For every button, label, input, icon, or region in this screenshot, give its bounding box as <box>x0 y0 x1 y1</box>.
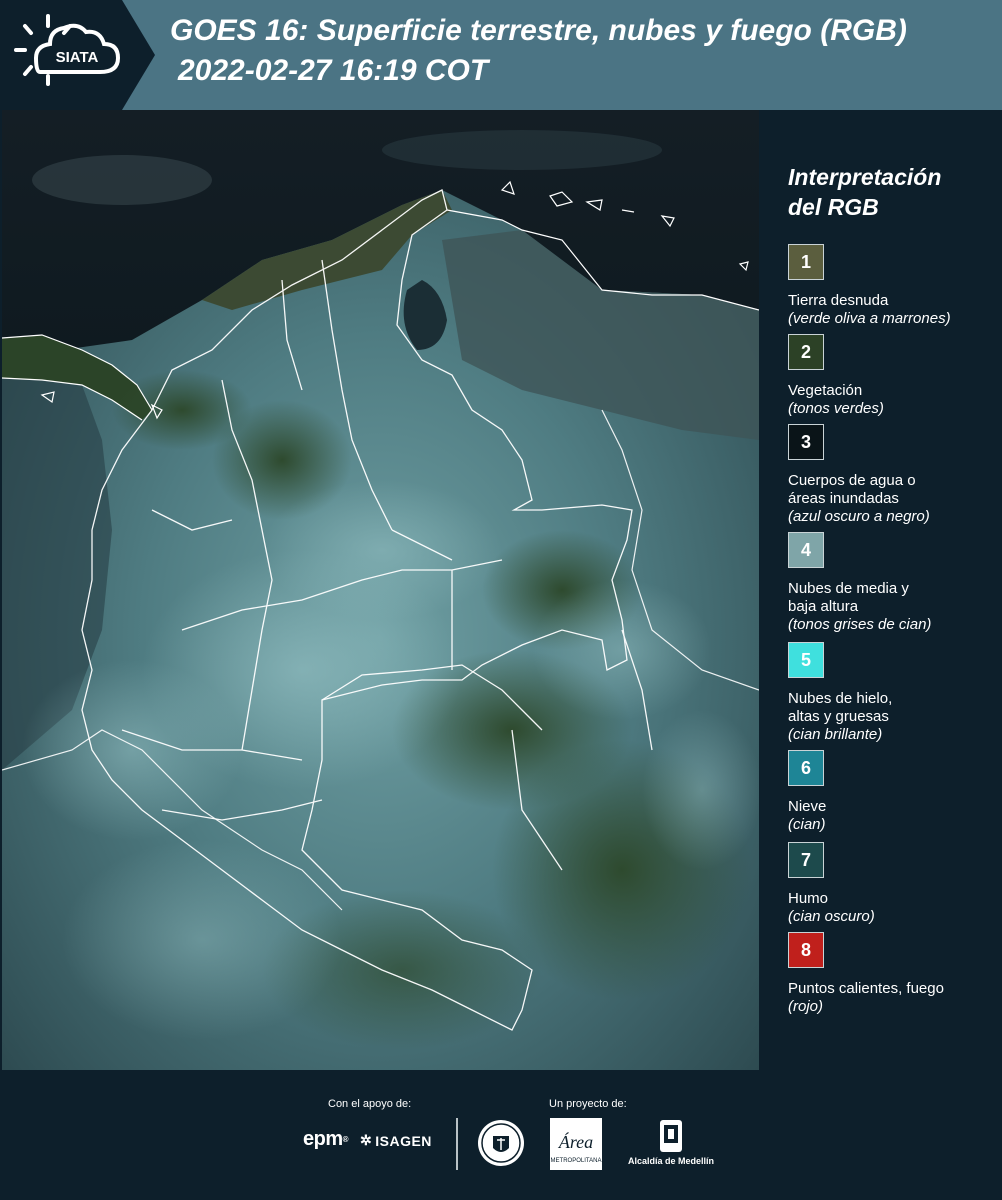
legend-item-label-line1: Nubes de media y <box>788 580 909 597</box>
legend-panel: Interpretación del RGB 1 Tierra desnuda … <box>774 110 1002 1070</box>
legend-item-sub: (azul oscuro a negro) <box>788 508 930 525</box>
legend-item-sub: (cian brillante) <box>788 726 883 743</box>
satellite-map-image <box>2 110 759 1070</box>
seal-icon <box>478 1120 524 1166</box>
legend-title: Interpretación del RGB <box>788 162 988 222</box>
header: SIATA GOES 16: Superficie terrestre, nub… <box>0 0 1002 110</box>
timestamp: 2022-02-27 16:19 COT <box>178 54 489 87</box>
area-metropolitana-icon: Área METROPOLITANA <box>550 1118 602 1170</box>
legend-item-label-line1: Cuerpos de agua o <box>788 472 916 489</box>
legend-item-bare-soil: 1 Tierra desnuda (verde oliva a marrones… <box>788 244 998 328</box>
coat-of-arms-icon <box>660 1120 682 1152</box>
legend-item-sub: (verde oliva a marrones) <box>788 310 951 327</box>
support-caption: Con el apoyo de: <box>328 1098 412 1110</box>
legend-item-fire: 8 Puntos calientes, fuego (rojo) <box>788 932 998 1016</box>
isagen-mark-icon: ✲ <box>360 1132 373 1148</box>
svg-text:Área: Área <box>558 1131 593 1152</box>
swatch-8: 8 <box>788 932 824 968</box>
legend-item-vegetation: 2 Vegetación (tonos verdes) <box>788 334 998 418</box>
project-caption: Un proyecto de: <box>549 1098 627 1110</box>
page-title: GOES 16: Superficie terrestre, nubes y f… <box>170 14 907 47</box>
area-metropolitana-logo[interactable]: Área METROPOLITANA <box>550 1118 602 1170</box>
legend-item-sub: (cian oscuro) <box>788 908 875 925</box>
siata-logo: SIATA <box>0 0 155 110</box>
swatch-7: 7 <box>788 842 824 878</box>
epm-logo-text: epm <box>303 1128 343 1150</box>
alcaldia-text: Alcaldía de Medellín <box>627 1156 715 1166</box>
legend-item-label-line2: altas y gruesas <box>788 708 889 725</box>
swatch-3: 3 <box>788 424 824 460</box>
legend-item-label: Humo <box>788 890 829 907</box>
legend-item-label: Tierra desnuda <box>788 292 889 309</box>
legend-item-label-line2: baja altura <box>788 598 859 615</box>
swatch-5: 5 <box>788 642 824 678</box>
university-seal-logo[interactable] <box>476 1118 526 1168</box>
legend-item-label: Puntos calientes, fuego <box>788 980 944 997</box>
legend-item-sub: (tonos grises de cian) <box>788 616 932 633</box>
swatch-6: 6 <box>788 750 824 786</box>
legend-item-label-line2: áreas inundadas <box>788 490 899 507</box>
legend-item-sub: (rojo) <box>788 998 824 1015</box>
legend-item-label: Nubes de hielo, altas y gruesas <box>788 690 998 726</box>
svg-text:SIATA: SIATA <box>56 49 99 66</box>
legend-item-snow: 6 Nieve (cian) <box>788 750 998 834</box>
legend-item-label: Cuerpos de agua o áreas inundadas <box>788 472 998 508</box>
legend-item-ice-clouds: 5 Nubes de hielo, altas y gruesas (cian … <box>788 642 998 744</box>
isagen-logo[interactable]: ✲ ISAGEN <box>360 1132 432 1149</box>
legend-item-low-clouds: 4 Nubes de media y baja altura (tonos gr… <box>788 532 998 634</box>
swatch-2: 2 <box>788 334 824 370</box>
swatch-1: 1 <box>788 244 824 280</box>
legend-item-sub: (tonos verdes) <box>788 400 884 417</box>
footer: Con el apoyo de: Un proyecto de: epm ® ✲ … <box>0 1070 1002 1200</box>
legend-item-label: Nieve <box>788 798 827 815</box>
legend-item-water: 3 Cuerpos de agua o áreas inundadas (azu… <box>788 424 998 526</box>
legend-item-label: Nubes de media y baja altura <box>788 580 998 616</box>
svg-text:METROPOLITANA: METROPOLITANA <box>551 1158 602 1164</box>
footer-divider <box>456 1118 458 1170</box>
epm-logo[interactable]: epm ® <box>303 1128 349 1151</box>
alcaldia-medellin-logo[interactable]: Alcaldía de Medellín <box>628 1118 714 1170</box>
legend-item-label-line1: Nubes de hielo, <box>788 690 893 707</box>
legend-item-sub: (cian) <box>788 816 826 833</box>
legend-item-label: Vegetación <box>788 382 863 399</box>
legend-title-line1: Interpretación <box>788 164 942 190</box>
legend-title-line2: del RGB <box>788 194 879 220</box>
isagen-logo-text: ISAGEN <box>375 1132 432 1149</box>
satellite-map[interactable] <box>2 110 759 1070</box>
legend-item-smoke: 7 Humo (cian oscuro) <box>788 842 998 926</box>
swatch-4: 4 <box>788 532 824 568</box>
